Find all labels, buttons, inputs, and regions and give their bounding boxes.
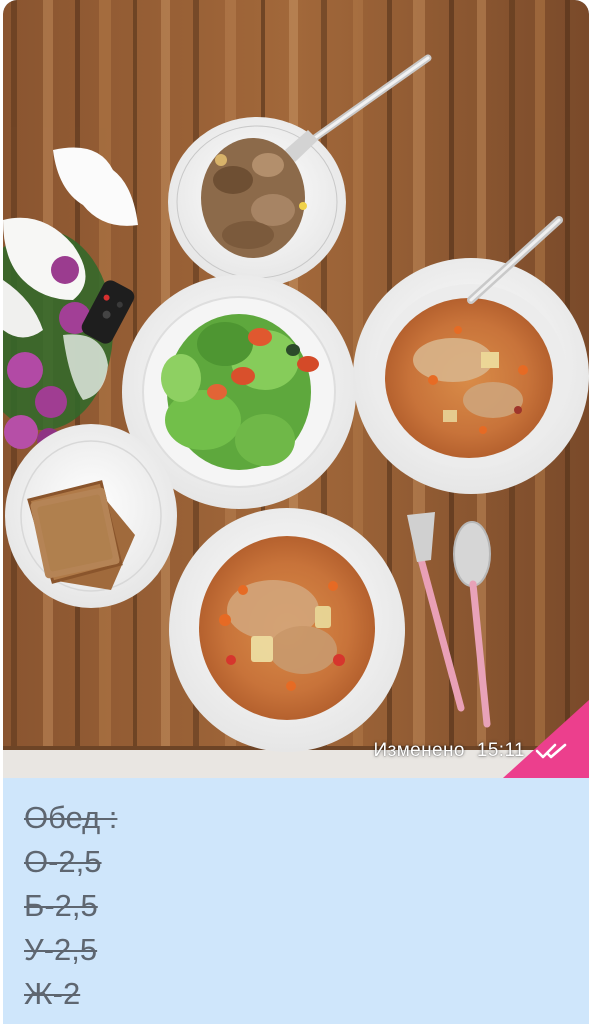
message-line-title: Обед : bbox=[24, 800, 118, 835]
message-line-b: Б-2,5 bbox=[24, 888, 98, 923]
message-photo[interactable]: Изменено 15:11 bbox=[3, 0, 589, 778]
photo-meta: Изменено 15:11 bbox=[374, 738, 571, 764]
double-check-icon bbox=[535, 743, 567, 759]
edited-label: Изменено bbox=[373, 740, 465, 761]
message-bubble[interactable]: Изменено 15:11 Обед : О-2,5 Б-2,5 У-2,5 … bbox=[3, 0, 589, 1024]
message-text: Обед : О-2,5 Б-2,5 У-2,5 Ж-2 bbox=[24, 796, 117, 1016]
message-line-u: У-2,5 bbox=[24, 932, 98, 967]
food-photo-image bbox=[3, 0, 589, 778]
message-line-o: О-2,5 bbox=[24, 844, 102, 879]
message-time: 15:11 bbox=[476, 740, 525, 761]
message-line-zh: Ж-2 bbox=[24, 976, 81, 1011]
